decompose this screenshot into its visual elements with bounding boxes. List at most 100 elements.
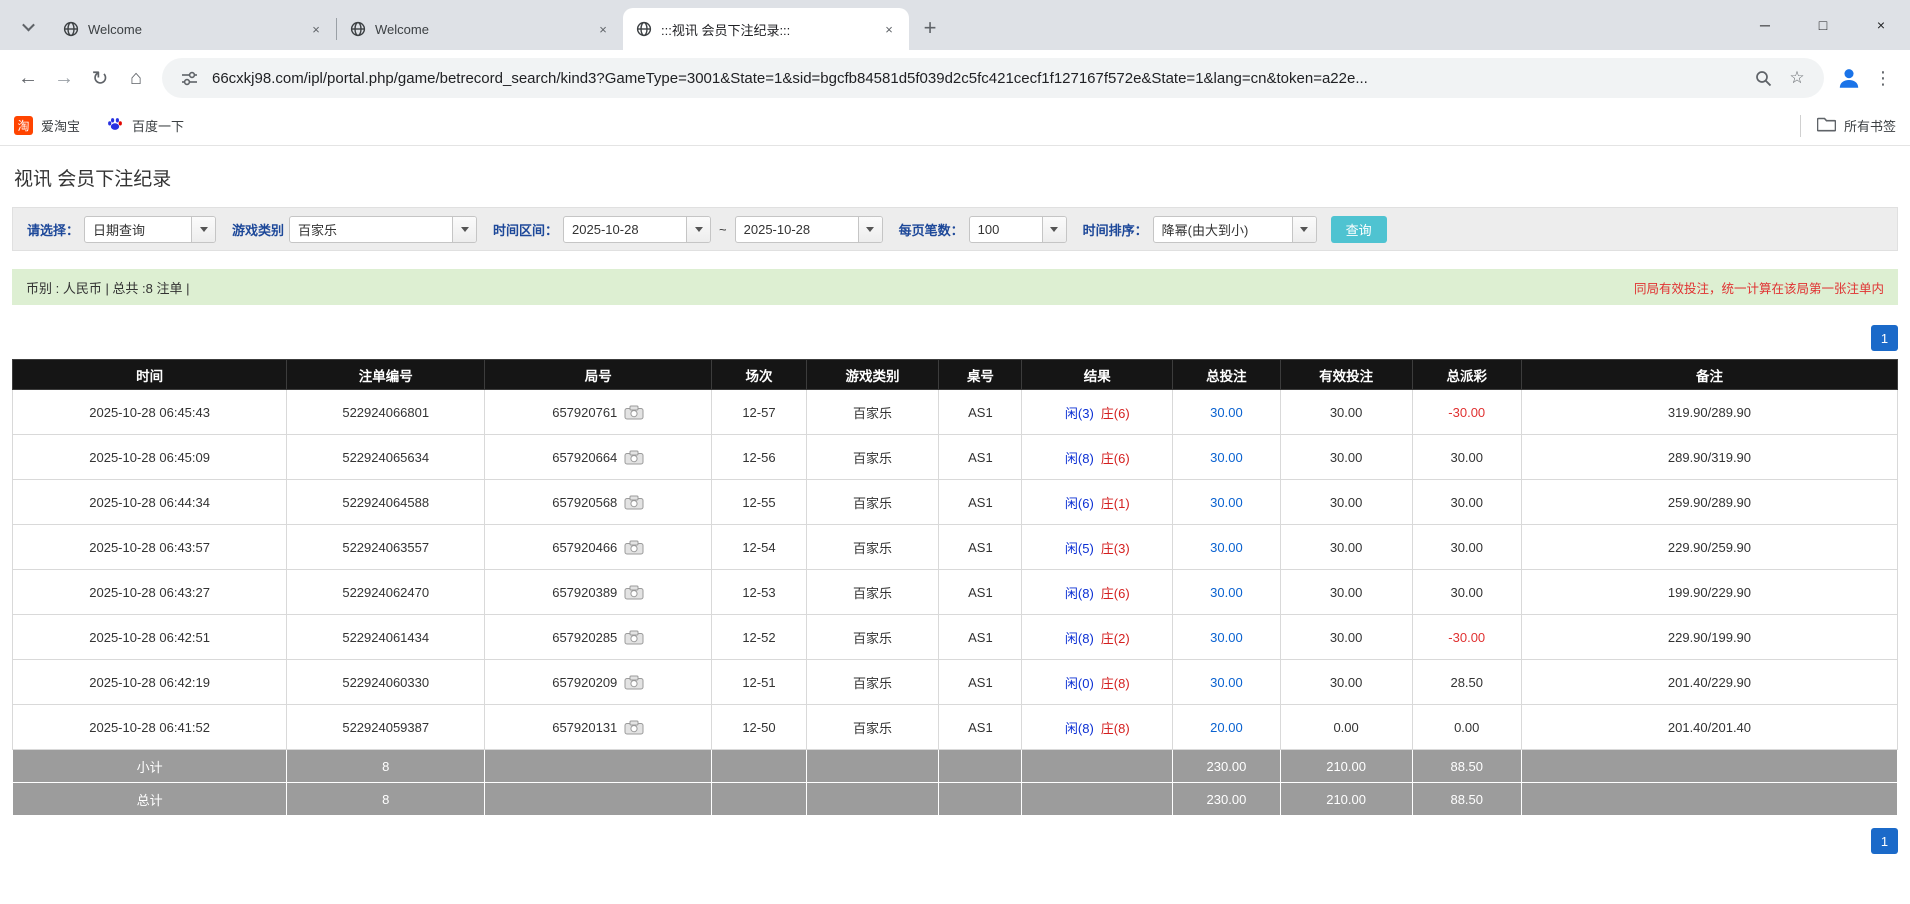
empty-cell <box>711 782 807 816</box>
cell-game-type: 百家乐 <box>805 704 940 750</box>
camera-icon[interactable] <box>624 585 644 600</box>
chevron-down-icon[interactable] <box>452 216 477 242</box>
cell-bet-id: 522924063557 <box>286 524 486 570</box>
empty-cell <box>1021 782 1174 816</box>
cell-total-bet: 30.00 <box>1172 389 1281 435</box>
table-header-row: 时间 注单编号 局号 场次 游戏类别 桌号 结果 总投注 有效投注 总派彩 备注 <box>11 359 1899 390</box>
browser-menu-icon[interactable]: ⋮ <box>1866 61 1900 95</box>
tab-welcome-2[interactable]: Welcome × <box>337 8 623 50</box>
new-tab-button[interactable]: + <box>913 11 947 45</box>
bookmarks-divider <box>1799 114 1801 137</box>
chevron-down-icon[interactable] <box>1041 216 1066 242</box>
cell-payout: 30.00 <box>1411 524 1522 570</box>
round-number: 657920466 <box>552 539 618 555</box>
bookmarks-bar: 淘 爱淘宝 百度一下 所有书签 <box>0 106 1910 146</box>
refresh-button[interactable]: ↻ <box>82 60 118 96</box>
cell-payout: 0.00 <box>1411 704 1522 750</box>
zoom-icon[interactable] <box>1750 65 1776 91</box>
date-to-input[interactable]: 2025-10-28 <box>734 215 883 243</box>
cell-round: 657920466 <box>484 524 713 570</box>
game-type-select[interactable]: 百家乐 <box>289 215 478 243</box>
range-separator: ~ <box>719 221 727 237</box>
bookmark-star-icon[interactable]: ☆ <box>1784 65 1810 91</box>
total-bet-link[interactable]: 30.00 <box>1210 450 1243 465</box>
search-button[interactable]: 查询 <box>1330 215 1387 243</box>
camera-icon[interactable] <box>624 540 644 555</box>
camera-icon[interactable] <box>624 630 644 645</box>
cell-session: 12-51 <box>711 659 807 705</box>
date-from-input[interactable]: 2025-10-28 <box>563 215 712 243</box>
chevron-down-icon[interactable] <box>191 216 216 242</box>
back-button[interactable]: ← <box>10 60 46 96</box>
cell-session: 12-56 <box>711 434 807 480</box>
url-bar[interactable]: 66cxkj98.com/ipl/portal.php/game/betreco… <box>162 58 1824 98</box>
camera-icon[interactable] <box>624 450 644 465</box>
camera-icon[interactable] <box>624 720 644 735</box>
sort-order-select[interactable]: 降幂(由大到小) <box>1152 215 1317 243</box>
empty-cell <box>805 782 940 816</box>
page-content: 视讯 会员下注纪录 请选择： 日期查询 游戏类别 百家乐 时间区间： 2025-… <box>0 164 1910 854</box>
chevron-down-icon[interactable] <box>857 216 882 242</box>
minimize-button[interactable]: ─ <box>1736 0 1794 50</box>
total-bet-link[interactable]: 30.00 <box>1210 495 1243 510</box>
cell-bet-id: 522924066801 <box>286 389 486 435</box>
cell-table: AS1 <box>938 524 1023 570</box>
cell-result: 闲(3) 庄(6) <box>1021 389 1174 435</box>
window-controls: ─ □ × <box>1736 0 1910 50</box>
cell-total-bet: 30.00 <box>1172 479 1281 525</box>
camera-icon[interactable] <box>624 405 644 420</box>
site-settings-icon[interactable] <box>176 65 202 91</box>
url-text[interactable]: 66cxkj98.com/ipl/portal.php/game/betreco… <box>212 70 1742 87</box>
home-button[interactable]: ⌂ <box>118 60 154 96</box>
table-row: 2025-10-28 06:43:27 522924062470 6579203… <box>11 569 1899 615</box>
chevron-down-icon[interactable] <box>1291 216 1316 242</box>
header-game-type: 游戏类别 <box>805 359 940 390</box>
cell-game-type: 百家乐 <box>805 389 940 435</box>
game-type-label: 游戏类别 <box>232 222 285 238</box>
page-size-select[interactable]: 100 <box>968 215 1067 243</box>
all-bookmarks-button[interactable]: 所有书签 <box>1816 116 1896 135</box>
tab-bet-records-active[interactable]: :::视讯 会员下注纪录::: × <box>623 8 909 50</box>
result-player: 闲(8) <box>1064 630 1094 646</box>
table-row: 2025-10-28 06:41:52 522924059387 6579201… <box>11 704 1899 750</box>
page-1-button[interactable]: 1 <box>1871 325 1898 351</box>
tab-close-icon[interactable]: × <box>593 19 613 39</box>
empty-cell <box>1021 749 1174 783</box>
table-row: 2025-10-28 06:42:51 522924061434 6579202… <box>11 614 1899 660</box>
profile-avatar[interactable] <box>1832 61 1866 95</box>
camera-icon[interactable] <box>624 675 644 690</box>
query-type-select[interactable]: 日期查询 <box>84 215 217 243</box>
result-banker: 庄(2) <box>1100 630 1130 646</box>
page-1-button[interactable]: 1 <box>1871 828 1898 854</box>
baidu-paw-icon <box>106 115 124 136</box>
subtotal-row: 小计 8 230.00 210.00 88.50 <box>11 749 1899 783</box>
total-bet-link[interactable]: 30.00 <box>1210 585 1243 600</box>
empty-cell <box>484 782 713 816</box>
total-bet-link[interactable]: 20.00 <box>1210 720 1243 735</box>
total-bet-link[interactable]: 30.00 <box>1210 630 1243 645</box>
tab-close-icon[interactable]: × <box>306 19 326 39</box>
cell-table: AS1 <box>938 479 1023 525</box>
forward-button[interactable]: → <box>46 60 82 96</box>
close-window-button[interactable]: × <box>1852 0 1910 50</box>
result-banker: 庄(1) <box>1100 495 1130 511</box>
cell-game-type: 百家乐 <box>805 479 940 525</box>
cell-time: 2025-10-28 06:43:57 <box>11 524 288 570</box>
camera-icon[interactable] <box>624 495 644 510</box>
result-player: 闲(5) <box>1064 540 1094 556</box>
tab-close-icon[interactable]: × <box>879 19 899 39</box>
bookmark-taobao[interactable]: 淘 爱淘宝 <box>14 116 80 135</box>
bookmark-baidu[interactable]: 百度一下 <box>106 115 184 136</box>
tab-search-button[interactable] <box>12 10 44 42</box>
total-payout: 88.50 <box>1411 782 1522 816</box>
total-bet-link[interactable]: 30.00 <box>1210 405 1243 420</box>
globe-favicon-icon <box>635 20 653 38</box>
tab-welcome-1[interactable]: Welcome × <box>50 8 336 50</box>
header-table: 桌号 <box>938 359 1023 390</box>
maximize-button[interactable]: □ <box>1794 0 1852 50</box>
total-bet-link[interactable]: 30.00 <box>1210 540 1243 555</box>
total-bet-link[interactable]: 30.00 <box>1210 675 1243 690</box>
cell-note: 229.90/259.90 <box>1520 524 1899 570</box>
empty-cell <box>938 749 1023 783</box>
chevron-down-icon[interactable] <box>686 216 711 242</box>
